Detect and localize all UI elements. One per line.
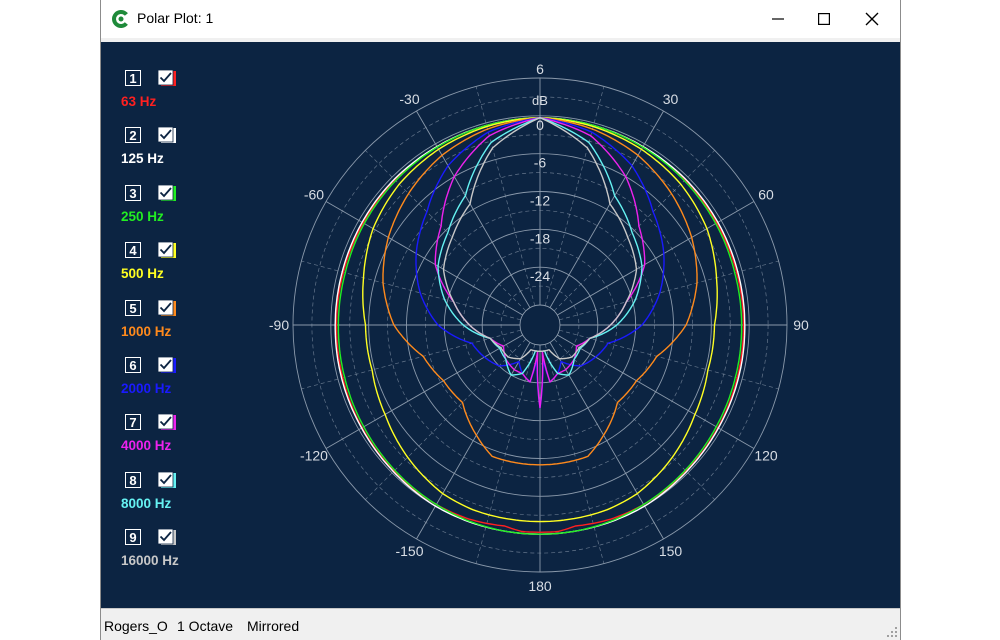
title-bar[interactable]: Polar Plot: 1 [101,0,900,38]
status-bar: Rogers_O 1 Octave Mirrored [101,608,900,640]
legend-label-8: 8000 Hz [121,495,172,511]
status-name: Rogers_O [104,618,168,634]
legend-number-7: 7 [125,414,141,431]
legend-checkbox-8[interactable] [157,470,177,490]
legend-checkbox-4[interactable] [157,240,177,260]
legend-number-5: 5 [125,299,141,316]
legend: 1 63 Hz 2 125 Hz 3 250 Hz 4 500 Hz 5 1000 Hz 6 2000… [101,42,281,608]
grid-spoke [549,110,664,308]
radial-tick-label: -18 [530,230,550,246]
minimize-icon [772,18,784,20]
legend-number-8: 8 [125,471,141,488]
status-smoothing: 1 Octave [177,618,234,634]
angle-label: 90 [793,317,809,333]
legend-checkbox-7[interactable] [157,412,177,432]
legend-number-1: 1 [125,70,141,86]
angle-label: 120 [754,448,778,464]
legend-number-9: 9 [125,529,141,546]
radial-tick-label: -12 [530,193,550,209]
radial-tick-label: -24 [530,268,550,284]
resize-grip-icon[interactable] [886,626,898,638]
legend-checkbox-3[interactable] [157,183,177,203]
legend-number-6: 6 [125,357,141,373]
angle-label: 180 [528,578,552,594]
legend-number-4: 4 [125,242,141,259]
close-button[interactable] [849,0,895,38]
angle-label: -60 [304,187,324,203]
grid-spoke-minor [553,150,715,312]
maximize-button[interactable] [801,0,847,38]
angle-label: -150 [395,543,423,559]
legend-label-4: 500 Hz [121,266,164,282]
legend-label-7: 4000 Hz [121,438,172,454]
legend-checkbox-5[interactable] [157,298,177,318]
grid-spoke [325,334,523,449]
angle-label: 60 [758,187,774,203]
plot-area: -30 30 -60 60 -90 90 -120 120 -150 150 180 6 0 -6 -12-… [101,42,900,608]
legend-label-5: 1000 Hz [121,323,172,339]
radial-unit-label: dB [532,93,548,108]
angle-label: 150 [659,543,683,559]
polar-plot-window: Polar Plot: 1 -30 30 -60 60 -90 90 -120 120 -150… [100,0,901,640]
legend-label-6: 2000 Hz [121,381,172,396]
legend-label-3: 250 Hz [121,208,164,224]
status-mode: Mirrored [247,618,300,634]
legend-checkbox-9[interactable] [157,527,177,547]
angle-label: -30 [399,91,419,107]
legend-label-2: 125 Hz [121,151,164,167]
angle-label: 30 [663,91,679,107]
close-icon [865,12,879,26]
angle-label: -120 [300,448,328,464]
grid-spoke [557,334,755,449]
legend-checkbox-6[interactable] [157,355,177,375]
maximize-icon [818,13,830,25]
app-icon [112,10,130,28]
minimize-button[interactable] [755,0,801,38]
grid-spoke-minor [365,150,527,312]
radial-tick-label: -6 [534,155,547,171]
legend-label-9: 16000 Hz [121,553,179,569]
grid-spoke-minor [559,260,779,321]
legend-checkbox-2[interactable] [157,125,177,145]
legend-checkbox-1[interactable] [157,68,177,88]
legend-number-2: 2 [125,127,141,144]
grid-spoke-minor [365,338,527,500]
radial-tick-label: 6 [536,61,544,77]
grid-ring-inner [519,304,561,346]
window-title: Polar Plot: 1 [137,10,214,26]
grid-spoke-minor [301,260,521,321]
legend-label-1: 63 Hz [121,94,157,109]
grid-spoke [416,110,531,308]
grid-spoke-minor [553,338,715,500]
legend-number-3: 3 [125,184,141,201]
